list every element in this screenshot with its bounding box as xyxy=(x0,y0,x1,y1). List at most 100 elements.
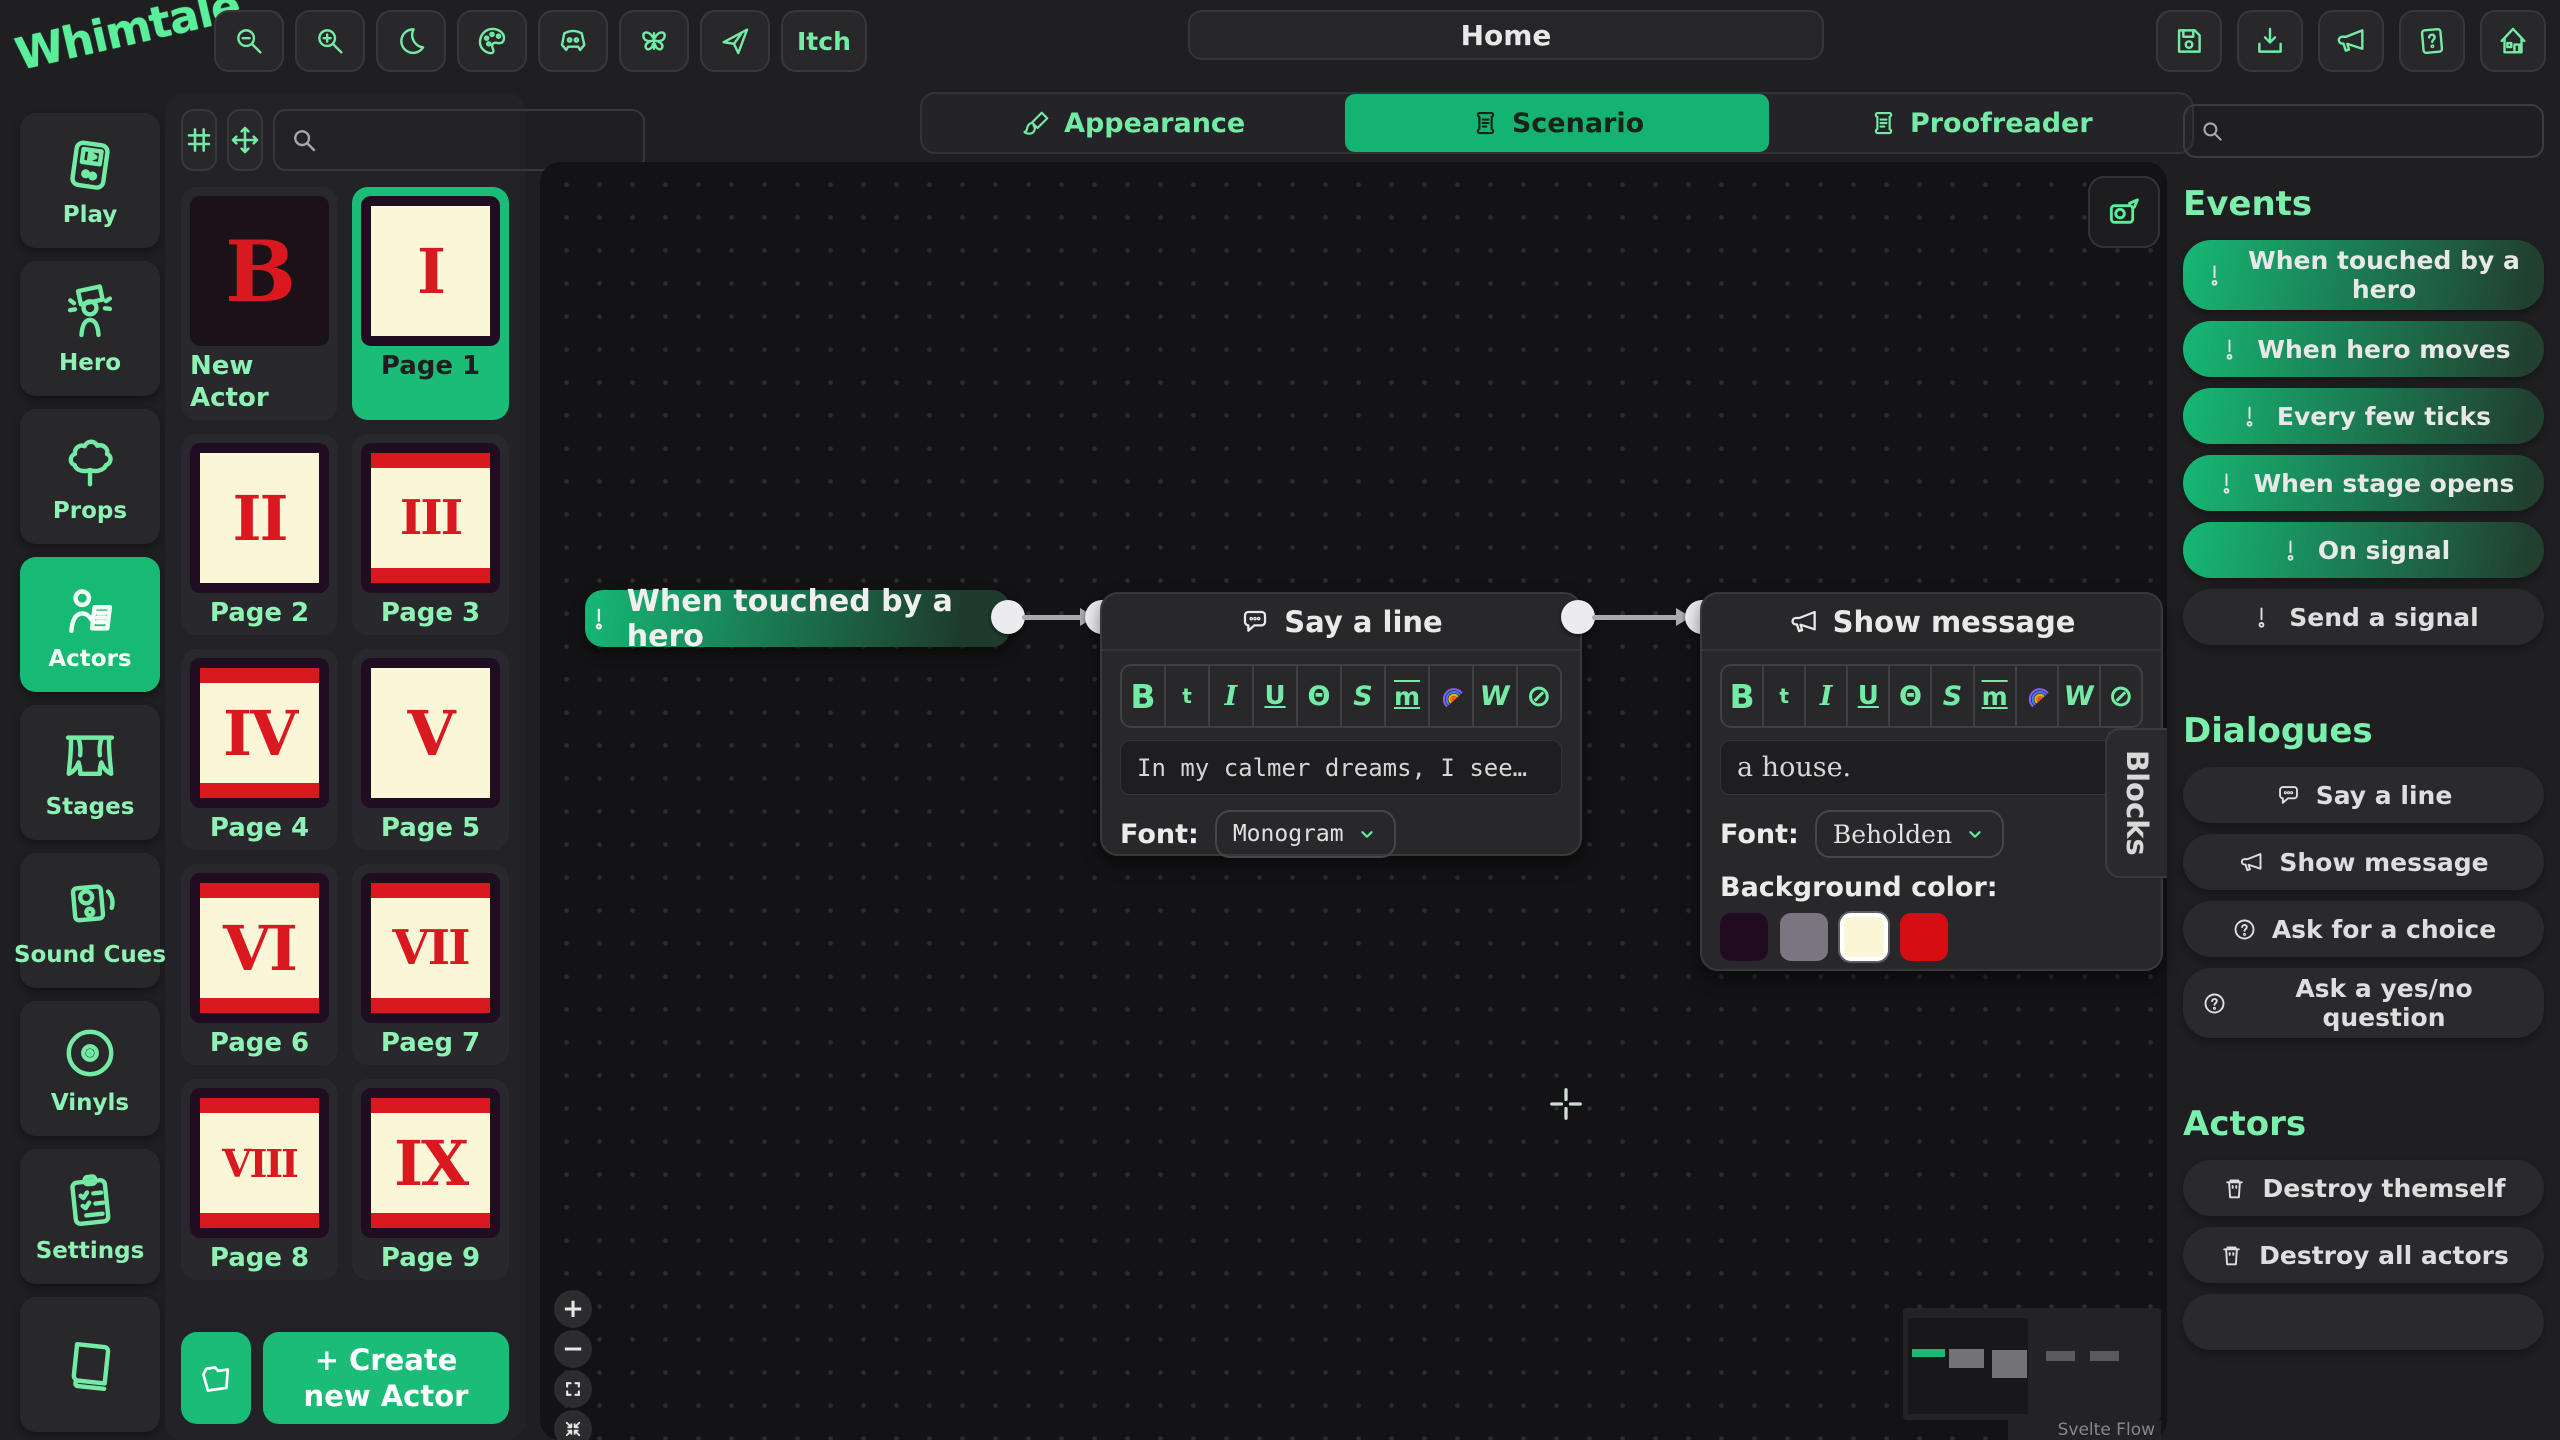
actor-card-new-actor[interactable]: BNew Actor xyxy=(181,187,338,420)
block-item-destroy-themself[interactable]: Destroy themself xyxy=(2183,1160,2544,1216)
app-logo[interactable]: Whimtale xyxy=(11,0,217,81)
format-highlight-button[interactable]: m xyxy=(1973,666,2015,726)
zoom-in-button[interactable] xyxy=(295,10,365,72)
share-button[interactable] xyxy=(700,10,770,72)
format-clear-button[interactable]: ⊘ xyxy=(1516,666,1560,726)
theme-button[interactable] xyxy=(457,10,527,72)
zoom-out-control[interactable]: − xyxy=(554,1330,592,1368)
block-item-when-stage-opens[interactable]: When stage opens xyxy=(2183,455,2544,511)
screenshot-button[interactable] xyxy=(2088,176,2160,248)
block-item-show-message[interactable]: Show message xyxy=(2183,834,2544,890)
help-button[interactable] xyxy=(2399,10,2465,72)
scenario-canvas[interactable]: When touched by a hero Say a line BtIUΘS… xyxy=(540,162,2167,1440)
actors-search-input[interactable] xyxy=(329,126,629,154)
block-item-every-few-ticks[interactable]: Every few ticks xyxy=(2183,388,2544,444)
format-strike-button[interactable]: Θ xyxy=(1888,666,1930,726)
sidebar-item-journal[interactable] xyxy=(20,1297,160,1432)
butterfly-button[interactable] xyxy=(619,10,689,72)
say-line-input[interactable]: In my calmer dreams, I see… xyxy=(1120,740,1562,795)
blocks-drawer-tab[interactable]: Blocks xyxy=(2105,728,2167,878)
background-swatch-2[interactable] xyxy=(1840,913,1888,961)
block-item-ask-for-a-choice[interactable]: Ask for a choice xyxy=(2183,901,2544,957)
actor-card-page-2[interactable]: IIPage 2 xyxy=(181,434,338,635)
format-underline-button[interactable]: U xyxy=(1846,666,1888,726)
sidebar-item-play[interactable]: Play xyxy=(20,113,160,248)
blocks-search-input[interactable] xyxy=(2235,118,2528,144)
sidebar-item-sound-cues[interactable]: Sound Cues xyxy=(20,853,160,988)
zoom-out-button[interactable] xyxy=(214,10,284,72)
sidebar-item-hero[interactable]: Hero xyxy=(20,261,160,396)
format-wavy-button[interactable]: W xyxy=(2057,666,2099,726)
format-clear-button[interactable]: ⊘ xyxy=(2099,666,2141,726)
announcements-button[interactable] xyxy=(2318,10,2384,72)
actor-card-page-3[interactable]: IIIPage 3 xyxy=(352,434,509,635)
sidebar-item-vinyls[interactable]: Vinyls xyxy=(20,1001,160,1136)
block-item-say-a-line[interactable]: Say a line xyxy=(2183,767,2544,823)
actor-card-page-5[interactable]: VPage 5 xyxy=(352,649,509,850)
tab-appearance[interactable]: Appearance xyxy=(922,94,1345,152)
node-say-a-line[interactable]: Say a line BtIUΘSmW⊘ In my calmer dreams… xyxy=(1100,592,1582,856)
output-handle-say[interactable] xyxy=(1561,600,1595,634)
block-item-partial[interactable] xyxy=(2183,1294,2544,1350)
format-strike-button[interactable]: Θ xyxy=(1296,666,1340,726)
sidebar-item-stages[interactable]: Stages xyxy=(20,705,160,840)
project-title[interactable]: Home xyxy=(1188,10,1824,60)
block-item-when-hero-moves[interactable]: When hero moves xyxy=(2183,321,2544,377)
format-tiny-button[interactable]: t xyxy=(1164,666,1208,726)
format-squiggle-button[interactable]: S xyxy=(1340,666,1384,726)
node-when-touched-by-a-hero[interactable]: When touched by a hero xyxy=(585,590,1010,647)
actor-card-page-8[interactable]: VIIIPage 8 xyxy=(181,1079,338,1280)
actor-card-page-9[interactable]: IXPage 9 xyxy=(352,1079,509,1280)
block-item-on-signal[interactable]: On signal xyxy=(2183,522,2544,578)
background-swatch-1[interactable] xyxy=(1780,913,1828,961)
open-folder-button[interactable] xyxy=(181,1332,251,1424)
block-item-destroy-all-actors[interactable]: Destroy all actors xyxy=(2183,1227,2544,1283)
font-select[interactable]: Monogram xyxy=(1215,810,1396,858)
minimap[interactable] xyxy=(1903,1308,2161,1420)
sidebar-item-settings[interactable]: Settings xyxy=(20,1149,160,1284)
interactive-toggle-control[interactable] xyxy=(554,1410,592,1440)
sidebar-item-actors[interactable]: Actors xyxy=(20,557,160,692)
format-highlight-button[interactable]: m xyxy=(1384,666,1428,726)
message-text-input[interactable]: a house. xyxy=(1720,740,2143,795)
page-thumbnail: V xyxy=(361,658,500,808)
output-handle-event[interactable] xyxy=(991,600,1025,634)
zoom-in-control[interactable]: + xyxy=(554,1290,592,1328)
actor-card-page-1[interactable]: IPage 1 xyxy=(352,187,509,420)
actor-card-page-6[interactable]: VIPage 6 xyxy=(181,864,338,1065)
background-swatch-0[interactable] xyxy=(1720,913,1768,961)
format-tiny-button[interactable]: t xyxy=(1762,666,1804,726)
create-new-actor-button[interactable]: + Create new Actor xyxy=(263,1332,509,1424)
sidebar-item-props[interactable]: Props xyxy=(20,409,160,544)
night-mode-button[interactable] xyxy=(376,10,446,72)
actor-card-page-4[interactable]: IVPage 4 xyxy=(181,649,338,850)
tab-scenario[interactable]: Scenario xyxy=(1345,94,1768,152)
format-bold-button[interactable]: B xyxy=(1122,666,1164,726)
format-rainbow-button[interactable] xyxy=(2015,666,2057,726)
svelte-flow-attribution[interactable]: Svelte Flow xyxy=(2008,1420,2161,1440)
format-italic-button[interactable]: I xyxy=(1804,666,1846,726)
fit-view-control[interactable] xyxy=(554,1370,592,1408)
format-italic-button[interactable]: I xyxy=(1208,666,1252,726)
block-item-send-a-signal[interactable]: Send a signal xyxy=(2183,589,2544,645)
format-bold-button[interactable]: B xyxy=(1722,666,1762,726)
move-mode-button[interactable] xyxy=(227,109,263,171)
format-underline-button[interactable]: U xyxy=(1252,666,1296,726)
format-squiggle-button[interactable]: S xyxy=(1930,666,1972,726)
import-button[interactable] xyxy=(2237,10,2303,72)
background-swatch-3[interactable] xyxy=(1900,913,1948,961)
block-item-ask-a-yes-no-question[interactable]: Ask a yes/no question xyxy=(2183,968,2544,1038)
block-item-when-touched-by-a-hero[interactable]: When touched by a hero xyxy=(2183,240,2544,310)
home-button[interactable] xyxy=(2480,10,2546,72)
node-show-message[interactable]: Show message BtIUΘSmW⊘ a house. Font: Be… xyxy=(1700,592,2163,971)
tab-proofreader[interactable]: Proofreader xyxy=(1769,94,2192,152)
grid-view-button[interactable] xyxy=(181,109,217,171)
format-rainbow-button[interactable] xyxy=(1428,666,1472,726)
save-button[interactable] xyxy=(2156,10,2222,72)
actor-card-paeg-7[interactable]: VIIPaeg 7 xyxy=(352,864,509,1065)
itch-button[interactable]: Itch xyxy=(781,10,867,72)
font-select[interactable]: Beholden xyxy=(1815,810,2004,858)
blocks-search[interactable] xyxy=(2183,104,2544,158)
discord-button[interactable] xyxy=(538,10,608,72)
format-wavy-button[interactable]: W xyxy=(1472,666,1516,726)
